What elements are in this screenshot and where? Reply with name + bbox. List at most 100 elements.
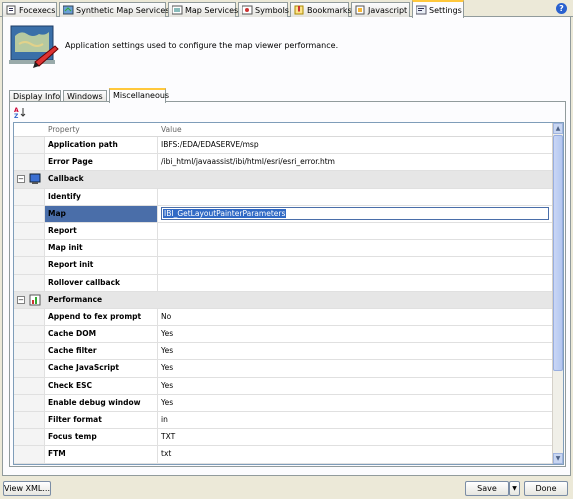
property-row[interactable]: Cache DOM Yes <box>14 326 554 344</box>
tab-synthetic-map-services[interactable]: Synthetic Map Services <box>59 2 169 17</box>
grid-rows: Application path IBFS:/EDA/EDASERVE/msp Er… <box>14 137 554 464</box>
bookmarks-icon <box>294 5 305 15</box>
group-row[interactable]: − Callback <box>14 171 554 189</box>
save-dropdown-icon[interactable]: ▼ <box>509 481 520 496</box>
property-value[interactable]: No <box>158 309 554 325</box>
tab-miscellaneous[interactable]: Miscellaneous <box>109 88 169 103</box>
property-name: Rollover callback <box>45 274 158 291</box>
scroll-down-icon[interactable]: ▼ <box>553 453 563 464</box>
tab-label: Map Services <box>185 5 239 15</box>
page-description: Application settings used to configure t… <box>65 41 339 50</box>
property-row[interactable]: Error Page/ibi_html/javaassist/ibi/html/… <box>14 154 554 172</box>
property-row[interactable]: Report init <box>14 257 554 275</box>
sort-icon[interactable]: AZ <box>14 106 28 120</box>
property-value[interactable]: txt <box>158 446 554 462</box>
row-gutter <box>14 154 45 171</box>
property-value[interactable]: Yes <box>158 326 554 342</box>
property-value-editor[interactable]: IBI_GetLayoutPainterParameters <box>158 206 554 222</box>
property-value[interactable] <box>158 257 554 273</box>
tab-label: Symbols <box>255 5 289 15</box>
property-value[interactable] <box>158 240 554 256</box>
property-row[interactable]: Cache filter Yes <box>14 343 554 361</box>
view-xml-button[interactable]: View XML... <box>3 481 51 496</box>
property-value <box>158 291 554 308</box>
svg-text:Z: Z <box>14 113 19 118</box>
scroll-up-icon[interactable]: ▲ <box>553 123 563 134</box>
row-gutter <box>14 394 45 411</box>
property-value[interactable] <box>158 275 554 291</box>
row-gutter: − <box>14 171 45 188</box>
tab-bookmarks[interactable]: Bookmarks <box>290 2 352 17</box>
tab-settings[interactable]: Settings <box>412 0 464 18</box>
property-name: FTM <box>45 446 158 463</box>
symbols-icon <box>241 5 253 15</box>
property-name: Map init <box>45 240 158 257</box>
tab-label: Javascript <box>368 5 408 15</box>
property-row[interactable]: FTM txt <box>14 446 554 464</box>
property-value[interactable]: Yes <box>158 378 554 394</box>
map-settings-icon <box>9 22 59 70</box>
value-column-header: Value <box>161 125 182 134</box>
tab-focexecs[interactable]: Focexecs <box>2 2 57 17</box>
property-row[interactable]: Identify <box>14 188 554 206</box>
row-gutter <box>14 446 45 463</box>
property-value[interactable]: Yes <box>158 395 554 411</box>
tab-javascript[interactable]: Javascript <box>351 2 410 17</box>
collapse-icon[interactable]: − <box>17 295 25 304</box>
property-row[interactable]: Enable debug window Yes <box>14 394 554 412</box>
property-row[interactable]: Check ESC Yes <box>14 377 554 395</box>
row-gutter <box>14 308 45 326</box>
main-tab-strip: Focexecs Synthetic Map Services Map Serv… <box>0 0 573 18</box>
scroll-thumb[interactable] <box>553 135 563 371</box>
property-row[interactable]: Map init <box>14 240 554 258</box>
property-name: Cache filter <box>45 343 158 360</box>
property-grid: Property Value Application path IBFS:/EDA… <box>13 122 564 465</box>
row-gutter <box>14 222 45 240</box>
property-row[interactable]: Rollover callback <box>14 274 554 292</box>
miscellaneous-panel: AZ Property Value Application path IBFS:/… <box>9 101 566 467</box>
javascript-icon <box>355 5 366 15</box>
property-row[interactable]: Application path IBFS:/EDA/EDASERVE/msp <box>14 137 554 155</box>
property-name: Cache JavaScript <box>45 360 158 377</box>
property-value[interactable]: Yes <box>158 360 554 376</box>
group-row[interactable]: − Performance <box>14 291 554 309</box>
selected-value-text: IBI_GetLayoutPainterParameters <box>163 208 287 218</box>
property-value[interactable]: /ibi_html/javaassist/ibi/html/esri/esri_… <box>158 154 554 170</box>
tab-label: Focexecs <box>19 5 56 15</box>
property-column-header: Property <box>48 125 80 134</box>
property-value[interactable]: in <box>158 412 554 428</box>
property-row[interactable]: Focus temp TXT <box>14 429 554 447</box>
property-value[interactable] <box>158 223 554 239</box>
property-name: Append to fex prompt <box>45 308 158 326</box>
property-value[interactable]: Yes <box>158 343 554 359</box>
row-gutter: − <box>14 291 45 308</box>
property-value[interactable]: IBFS:/EDA/EDASERVE/msp <box>158 137 554 153</box>
property-row[interactable]: Report <box>14 222 554 241</box>
property-name: Report init <box>45 257 158 274</box>
done-button[interactable]: Done <box>524 481 568 496</box>
property-name: Report <box>45 222 158 240</box>
tab-symbols[interactable]: Symbols <box>238 2 289 17</box>
map-services-icon <box>62 5 74 15</box>
row-gutter <box>14 137 45 154</box>
value-input[interactable]: IBI_GetLayoutPainterParameters <box>161 206 549 220</box>
vertical-scrollbar[interactable]: ▲ ▼ <box>552 123 563 464</box>
help-icon[interactable]: ? <box>556 3 567 14</box>
save-button[interactable]: Save <box>465 481 509 496</box>
row-gutter <box>14 326 45 343</box>
map-icon <box>171 5 183 15</box>
property-row[interactable]: Cache JavaScript Yes <box>14 360 554 378</box>
property-value[interactable]: TXT <box>158 429 554 445</box>
property-row[interactable]: Filter format in <box>14 412 554 430</box>
tab-map-services[interactable]: Map Services <box>168 2 239 17</box>
property-name: Enable debug window <box>45 394 158 411</box>
row-gutter <box>14 412 45 429</box>
row-gutter <box>14 205 45 222</box>
property-value[interactable] <box>158 189 554 205</box>
grid-header: Property Value <box>14 123 554 137</box>
property-name: Check ESC <box>45 377 158 394</box>
property-row[interactable]: Append to fex prompt No <box>14 308 554 327</box>
property-row[interactable]: Map IBI_GetLayoutPainterParameters <box>14 205 554 223</box>
property-name: Focus temp <box>45 429 158 446</box>
collapse-icon[interactable]: − <box>17 175 25 184</box>
